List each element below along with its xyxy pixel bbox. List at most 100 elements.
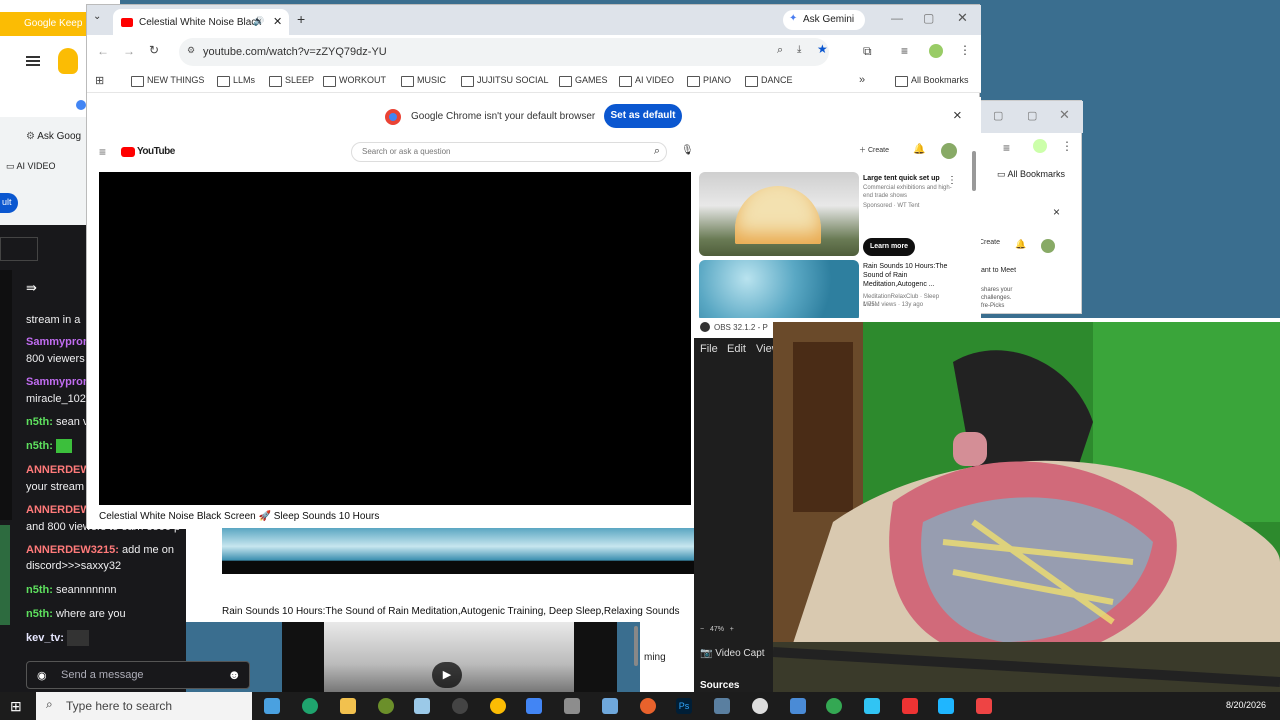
video-player[interactable]	[99, 172, 691, 505]
scrollbar[interactable]	[634, 626, 638, 666]
avatar[interactable]	[941, 143, 957, 159]
emoji-icon[interactable]: ☻	[227, 667, 241, 682]
bookmark-folder[interactable]: NEW THINGS	[131, 75, 204, 87]
bookmark-folder[interactable]: LLMs	[217, 75, 255, 87]
bookmark-ai-video[interactable]: ▭ AI VIDEO	[6, 161, 56, 172]
chat-username[interactable]: kev_tv:	[26, 632, 64, 644]
docs-icon[interactable]	[526, 698, 542, 714]
install-icon[interactable]: ⤓	[797, 44, 801, 55]
photoshop-icon[interactable]: Ps	[676, 698, 692, 714]
app-icon[interactable]	[938, 698, 954, 714]
rain-thumbnail[interactable]	[699, 260, 859, 322]
menu-icon[interactable]	[26, 56, 40, 66]
bookmark-folder[interactable]: JUJITSU SOCIAL	[461, 75, 549, 87]
bookmark-folder[interactable]: MUSIC	[401, 75, 446, 87]
obs-icon[interactable]	[452, 698, 468, 714]
chat-username[interactable]: Sammypron	[26, 376, 90, 388]
site-info-icon[interactable]: ⚙	[187, 45, 195, 56]
minimize-icon[interactable]: —	[891, 11, 903, 25]
all-bookmarks-button[interactable]: ▭ All Bookmarks	[997, 169, 1065, 180]
chat-username[interactable]: Sammypron	[26, 336, 90, 348]
chat-username[interactable]: ANNERDEW	[26, 504, 91, 516]
search-icon[interactable]: ⌕	[654, 145, 660, 158]
set-default-button-partial[interactable]: ult	[0, 193, 18, 213]
reload-icon[interactable]: ↻	[149, 43, 159, 57]
profile-icon[interactable]	[929, 44, 943, 58]
ask-google-button[interactable]: ⚙ Ask Goog	[26, 131, 81, 142]
create-button[interactable]: Create	[979, 239, 1000, 246]
extensions-icon[interactable]: ⧉	[863, 44, 872, 59]
menu-file[interactable]: File	[700, 343, 718, 355]
bookmark-folder[interactable]: WORKOUT	[323, 75, 386, 87]
bookmark-folder[interactable]: SLEEP	[269, 75, 314, 87]
chat-username[interactable]: n5th:	[26, 440, 53, 452]
profile-icon[interactable]	[1033, 139, 1047, 153]
rain-video-title[interactable]: Rain Sounds 10 Hours:The Sound of Rain M…	[222, 606, 680, 617]
reading-list-icon[interactable]: ≡	[901, 44, 908, 58]
minimize-icon[interactable]: ▢	[993, 109, 1003, 122]
learn-more-button[interactable]: Learn more	[863, 238, 915, 256]
bottom-video-preview[interactable]: ▶	[282, 622, 638, 692]
app-icon[interactable]	[564, 698, 580, 714]
youtube-search-input[interactable]: Search or ask a question ⌕	[351, 142, 667, 162]
more-options-icon[interactable]: ⋮	[947, 175, 957, 186]
tab-youtube[interactable]: Celestial White Noise Black 🔊 ✕	[113, 9, 289, 35]
bookmark-folder[interactable]: GAMES	[559, 75, 608, 87]
apps-icon[interactable]: ⊞	[95, 74, 104, 87]
collapse-chat-icon[interactable]: ⇛	[26, 280, 37, 296]
bookmark-star-icon[interactable]: ★	[817, 42, 828, 56]
app-icon[interactable]	[414, 698, 430, 714]
clock-app-icon[interactable]	[752, 698, 768, 714]
new-tab-button[interactable]: +	[297, 11, 305, 27]
zoom-icon[interactable]: ⌕	[777, 44, 783, 57]
keep-icon[interactable]	[490, 698, 506, 714]
scrollbar-thumb[interactable]	[972, 151, 976, 191]
notifications-icon[interactable]: 🔔	[913, 144, 925, 155]
chat-message-input[interactable]: ◉ Send a message ☻	[26, 661, 250, 689]
microphone-icon[interactable]: 🎙	[681, 145, 694, 156]
all-bookmarks-button[interactable]: All Bookmarks	[895, 75, 969, 87]
calculator-icon[interactable]	[264, 698, 280, 714]
keep-tab[interactable]: Google Keep	[0, 12, 90, 36]
edge-icon[interactable]	[302, 698, 318, 714]
close-icon[interactable]: ✕	[1059, 107, 1070, 123]
app-icon[interactable]	[714, 698, 730, 714]
back-icon[interactable]: ←	[97, 44, 109, 58]
forward-icon[interactable]: →	[123, 44, 135, 58]
close-window-icon[interactable]: ✕	[957, 10, 968, 26]
guide-menu-icon[interactable]: ≡	[99, 145, 106, 159]
chat-username[interactable]: ANNERDEW3215:	[26, 544, 119, 556]
app-icon[interactable]	[902, 698, 918, 714]
firefox-icon[interactable]	[640, 698, 656, 714]
source-item[interactable]: 📷 Video Capt	[700, 648, 765, 659]
create-button[interactable]: ＋ Create	[859, 145, 889, 155]
taskbar-search-input[interactable]: ⌕ Type here to search	[36, 692, 252, 720]
app-icon[interactable]	[976, 698, 992, 714]
reading-list-icon[interactable]: ≡	[1003, 141, 1010, 155]
play-icon[interactable]: ▶	[432, 662, 462, 688]
ask-gemini-button[interactable]: ✦ Ask Gemini	[783, 10, 865, 30]
taskbar-date[interactable]: 8/20/2026	[1226, 700, 1266, 710]
youtube-logo-icon[interactable]	[121, 147, 135, 157]
close-infobar-icon[interactable]: ×	[1053, 205, 1060, 219]
app-icon[interactable]	[790, 698, 806, 714]
more-bookmarks-icon[interactable]: »	[859, 74, 865, 86]
set-as-default-button[interactable]: Set as default	[604, 104, 682, 128]
chat-username[interactable]: n5th:	[26, 584, 53, 596]
speaker-icon[interactable]: 🔊	[253, 16, 264, 27]
windows-start-icon[interactable]: ⊞	[10, 698, 22, 715]
bookmark-folder[interactable]: DANCE	[745, 75, 793, 87]
app-icon[interactable]	[864, 698, 880, 714]
maximize-icon[interactable]: ▢	[923, 11, 934, 25]
app-icon[interactable]	[378, 698, 394, 714]
bookmark-folder[interactable]: AI VIDEO	[619, 75, 674, 87]
bell-icon[interactable]: 🔔	[1015, 239, 1026, 250]
bookmark-folder[interactable]: PIANO	[687, 75, 731, 87]
close-infobar-icon[interactable]: ×	[953, 107, 962, 124]
rec-video-title[interactable]: Rain Sounds 10 Hours:The Sound of Rain M…	[863, 262, 955, 289]
maximize-icon[interactable]: ▢	[1027, 109, 1037, 122]
avatar[interactable]	[1041, 239, 1055, 253]
menu-icon[interactable]: ⋮	[1061, 139, 1073, 153]
chat-username[interactable]: ANNERDEW	[26, 464, 91, 476]
chrome-icon[interactable]	[826, 698, 842, 714]
